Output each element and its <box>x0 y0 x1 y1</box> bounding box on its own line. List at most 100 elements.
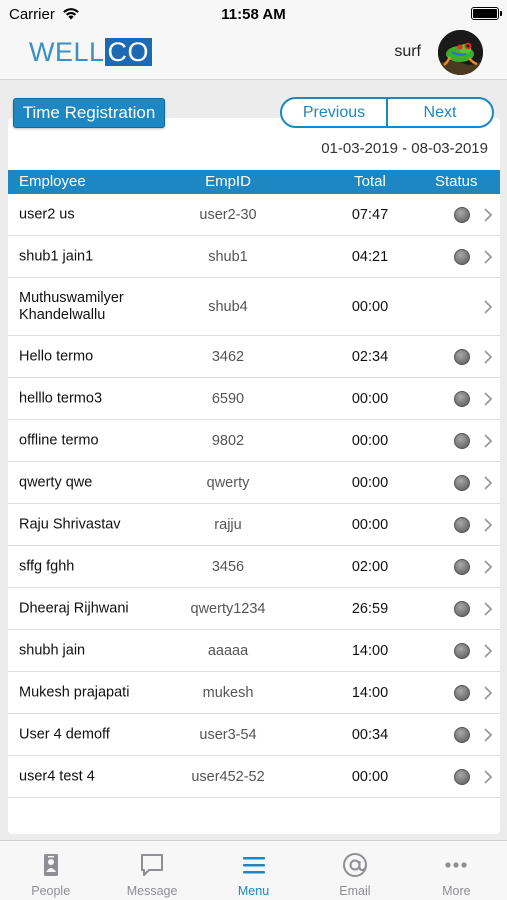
logo-text-well: WELL <box>29 36 105 67</box>
tab-menu[interactable]: Menu <box>203 841 304 900</box>
status-dot-icon <box>454 248 470 265</box>
chevron-right-icon <box>484 686 492 699</box>
date-range: 01-03-2019 - 08-03-2019 <box>321 140 488 157</box>
column-header-employee: Employee <box>19 173 86 190</box>
status-dot-icon <box>454 348 470 365</box>
status-dot-icon <box>454 432 470 449</box>
status-dot-icon <box>454 684 470 701</box>
employee-name: sffg fghh <box>19 558 75 574</box>
column-header-status: Status <box>435 173 478 190</box>
employee-name: offline termo <box>19 432 99 448</box>
employee-id: 9802 <box>211 432 245 449</box>
status-dot-icon <box>454 516 470 533</box>
more-icon <box>445 862 467 868</box>
table-row[interactable]: User 4 demoff user3-54 00:34 <box>8 714 500 756</box>
total-hours: 00:00 <box>351 516 389 533</box>
table-row[interactable]: Raju Shrivastav rajju 00:00 <box>8 504 500 546</box>
previous-button[interactable]: Previous <box>282 99 386 126</box>
tab-people[interactable]: People <box>0 841 101 900</box>
app-header: WELL CO surf <box>0 28 507 80</box>
employee-id: 3456 <box>211 558 245 575</box>
column-header-empid: EmpID <box>205 173 251 190</box>
employee-name: Dheeraj Rijhwani <box>19 600 129 616</box>
chevron-right-icon <box>484 392 492 405</box>
status-dot-icon <box>454 206 470 223</box>
employee-name: Raju Shrivastav <box>19 516 121 532</box>
status-bar: Carrier 11:58 AM <box>0 0 507 28</box>
total-hours: 00:00 <box>351 768 389 785</box>
status-dot-icon <box>454 600 470 617</box>
table-row[interactable]: helllo termo3 6590 00:00 <box>8 378 500 420</box>
employee-id: shub1 <box>208 248 248 265</box>
next-button[interactable]: Next <box>386 99 492 126</box>
table-row[interactable]: shubh jain aaaaa 14:00 <box>8 630 500 672</box>
total-hours: 00:34 <box>351 726 389 743</box>
message-icon <box>141 854 164 876</box>
chevron-right-icon <box>484 770 492 783</box>
table-row[interactable]: user2 us user2-30 07:47 <box>8 194 500 236</box>
total-hours: 02:00 <box>351 558 389 575</box>
column-header-total: Total <box>354 173 386 190</box>
status-dot-icon <box>454 768 470 785</box>
total-hours: 26:59 <box>351 600 389 617</box>
table-row[interactable]: Dheeraj Rijhwani qwerty1234 26:59 <box>8 588 500 630</box>
employee-name: user2 us <box>19 206 75 222</box>
total-hours: 14:00 <box>351 642 389 659</box>
menu-icon <box>242 857 265 874</box>
email-icon <box>342 853 367 877</box>
time-registration-button[interactable]: Time Registration <box>13 98 165 128</box>
table-row[interactable]: sffg fghh 3456 02:00 <box>8 546 500 588</box>
employee-id: shub4 <box>208 298 248 315</box>
total-hours: 14:00 <box>351 684 389 701</box>
total-hours: 00:00 <box>351 298 389 315</box>
tab-label: Message <box>126 884 178 898</box>
tab-more[interactable]: More <box>406 841 507 900</box>
clock: 11:58 AM <box>221 6 286 23</box>
table-row[interactable]: offline termo 9802 00:00 <box>8 420 500 462</box>
employee-id: mukesh <box>202 684 254 701</box>
table-row[interactable]: Mukesh prajapati mukesh 14:00 <box>8 672 500 714</box>
battery-icon <box>471 7 502 20</box>
total-hours: 02:34 <box>351 348 389 365</box>
employee-name: user4 test 4 <box>19 768 95 784</box>
total-hours: 00:00 <box>351 390 389 407</box>
table-row[interactable]: Muthuswamilyer Khandelwallu shub4 00:00 <box>8 278 500 336</box>
employee-id: aaaaa <box>207 642 249 659</box>
employee-id: 3462 <box>211 348 245 365</box>
employee-name: qwerty qwe <box>19 474 93 490</box>
chevron-right-icon <box>484 250 492 263</box>
status-dot-icon <box>454 474 470 491</box>
total-hours: 00:00 <box>351 432 389 449</box>
employee-name: Mukesh prajapati <box>19 684 130 700</box>
avatar[interactable] <box>438 30 483 75</box>
employee-id: rajju <box>214 516 242 533</box>
wellco-logo[interactable]: WELL CO <box>29 36 153 67</box>
total-hours: 04:21 <box>351 248 389 265</box>
chevron-right-icon <box>484 728 492 741</box>
username-label: surf <box>394 43 421 60</box>
people-icon <box>43 854 58 876</box>
table-row[interactable]: Hello termo 3462 02:34 <box>8 336 500 378</box>
employee-id: qwerty1234 <box>190 600 266 617</box>
employee-id: 6590 <box>211 390 245 407</box>
employee-name: shubh jain <box>19 642 86 658</box>
employee-name: User 4 demoff <box>19 726 110 742</box>
status-dot-icon <box>454 558 470 575</box>
tab-email[interactable]: Email <box>304 841 405 900</box>
status-dot-icon <box>454 642 470 659</box>
total-hours: 00:00 <box>351 474 389 491</box>
chevron-right-icon <box>484 644 492 657</box>
table-row[interactable]: shub1 jain1 shub1 04:21 <box>8 236 500 278</box>
tab-message[interactable]: Message <box>101 841 202 900</box>
employee-name: helllo termo3 <box>19 390 103 406</box>
total-hours: 07:47 <box>351 206 389 223</box>
chevron-right-icon <box>484 518 492 531</box>
chevron-right-icon <box>484 434 492 447</box>
frog-avatar-image <box>438 30 483 75</box>
chevron-right-icon <box>484 208 492 221</box>
employee-name: Hello termo <box>19 348 94 364</box>
table-row[interactable]: qwerty qwe qwerty 00:00 <box>8 462 500 504</box>
table-row[interactable]: user4 test 4 user452-52 00:00 <box>8 756 500 798</box>
logo-text-co: CO <box>104 37 153 67</box>
employee-name: Muthuswamilyer Khandelwallu <box>19 289 124 323</box>
